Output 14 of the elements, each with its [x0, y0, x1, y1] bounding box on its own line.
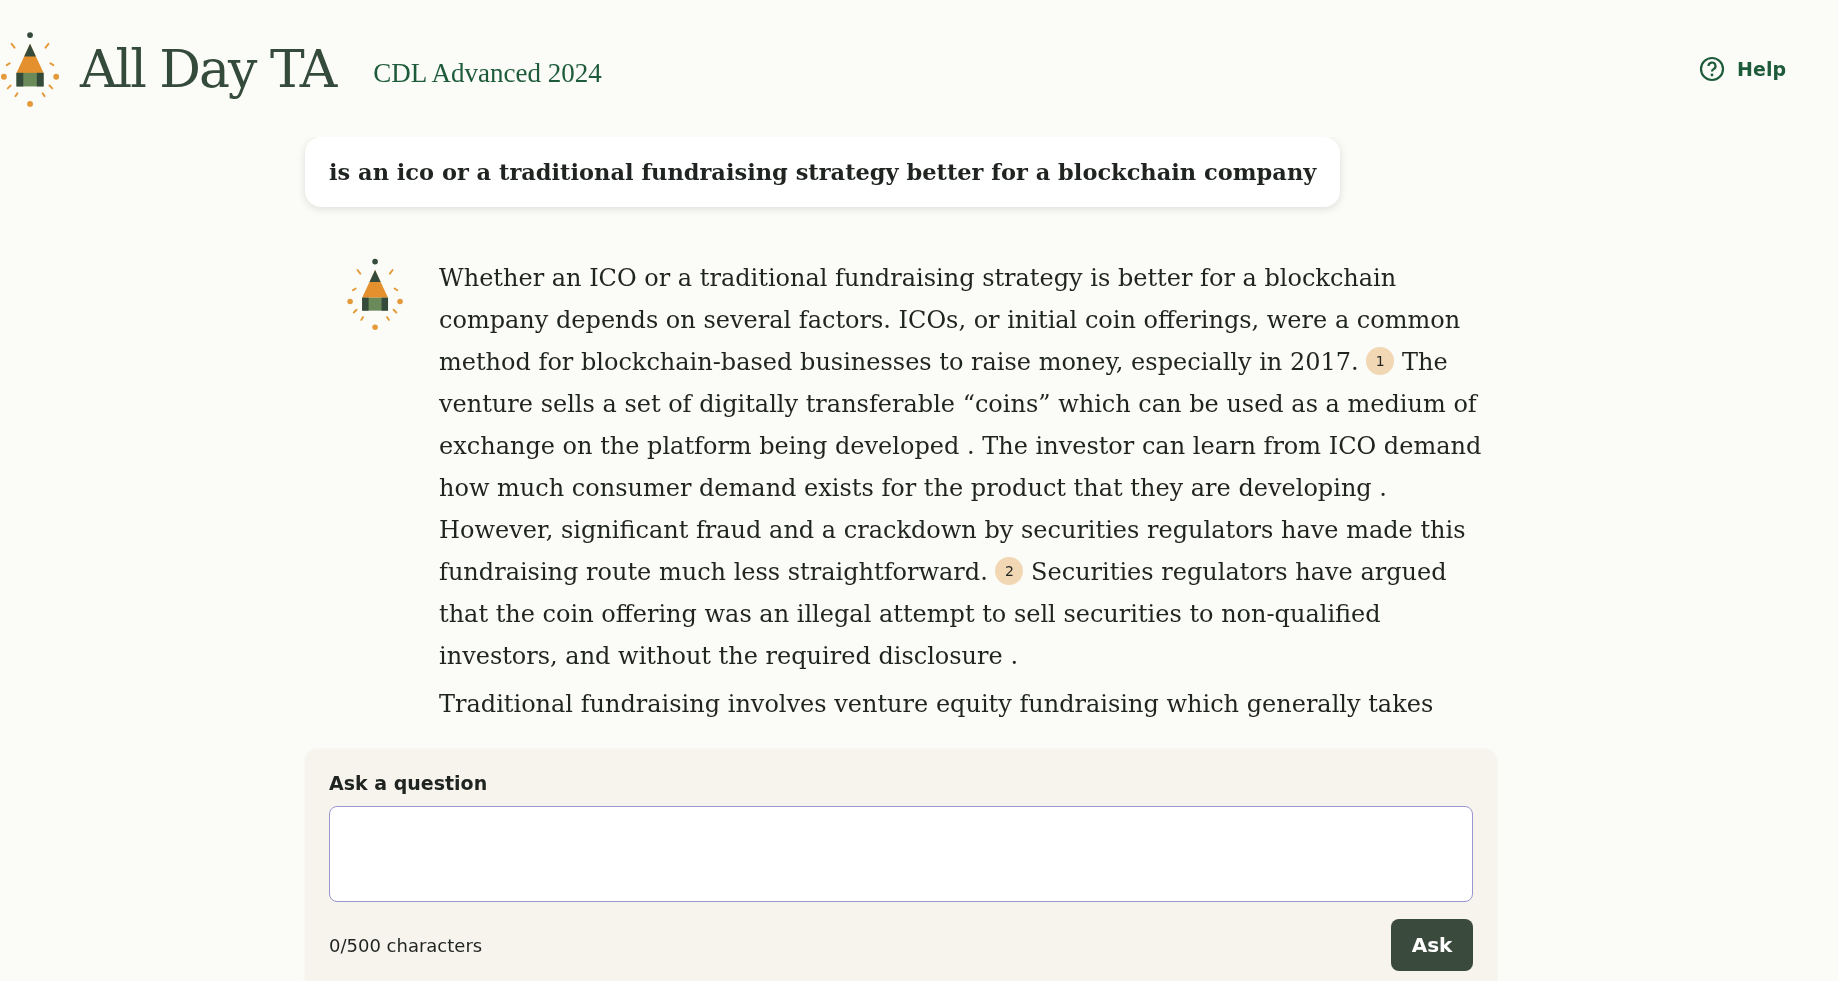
citation-badge[interactable]: 1 — [1366, 347, 1395, 375]
ask-button[interactable]: Ask — [1391, 919, 1473, 971]
pencil-logo-icon — [0, 29, 62, 108]
character-counter: 0/500 characters — [329, 934, 483, 956]
help-button[interactable]: Help — [1695, 51, 1790, 86]
citation-badge[interactable]: 2 — [995, 557, 1024, 585]
answer-paragraph: Whether an ICO or a traditional fundraising strategy is better for a blockchain company depends on several factors. ICOs, or initial coin offerings, were a common method for blockchain-based businesses to raise money, especially in 2017. 1 The venture sells a set of digitally transferable “coins” which can be used as a medium of exchange on the platform being developed . The investor can learn from ICO demand how much consumer demand exists for the product that they are developing . However, significant fraud and a crackdown by securities regulators have made this fundraising route much less straightforward. 2 Securities regulators have argued that the coin offering was an illegal attempt to sell securities to non-qualified investors, and without the required disclosure . — [439, 263, 1483, 672]
help-icon — [1699, 55, 1726, 82]
course-name: CDL Advanced 2024 — [373, 58, 602, 89]
answer-paragraph: Traditional fundraising involves venture equity fundraising which generally takes — [439, 689, 1435, 720]
field-label: Ask a question — [329, 772, 488, 794]
question-bubble: is an ico or a traditional fundraising strategy better for a blockchain company — [305, 137, 1341, 207]
app-title: All Day TA — [80, 38, 336, 99]
question-input[interactable] — [329, 806, 1473, 902]
